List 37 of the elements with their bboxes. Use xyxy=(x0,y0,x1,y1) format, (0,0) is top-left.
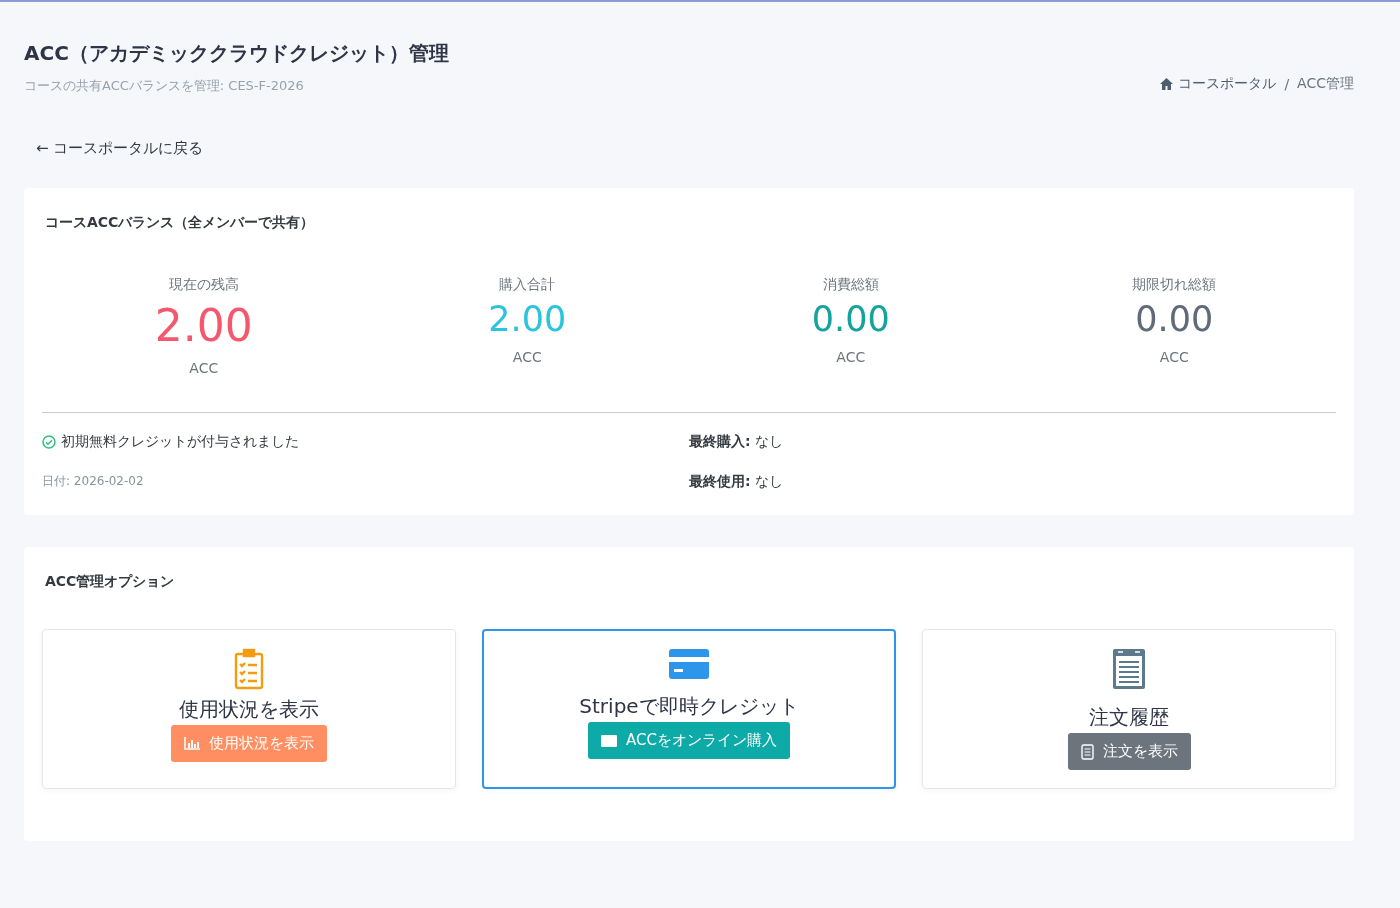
date-text: 日付: 2026-02-02 xyxy=(42,473,145,491)
option-card[interactable]: 使用状況を表示 使用状況を表示 xyxy=(42,629,456,790)
stat-value: 0.00 xyxy=(1135,300,1214,339)
detail-text: 最終購入: なし xyxy=(689,433,785,452)
option-title: Stripeで即時クレジット xyxy=(579,693,799,721)
option-title: 注文履歴 xyxy=(1089,704,1169,732)
breadcrumb-link[interactable]: コースポータル xyxy=(1160,75,1277,93)
page-subtitle: コースの共有ACCバランスを管理: CES-F-2026 xyxy=(24,77,305,95)
option-button[interactable]: 注文を表示 xyxy=(1067,733,1191,771)
stat-unit: ACC xyxy=(836,348,866,365)
notice-text: 初期無料クレジットが付与されました xyxy=(61,433,299,452)
back-link[interactable]: ← コースポータルに戻る xyxy=(36,139,204,158)
stat-value: 2.00 xyxy=(154,302,253,351)
home-icon xyxy=(1160,78,1174,90)
page-title: ACC（アカデミッククラウドクレジット）管理 xyxy=(24,40,449,67)
stat-label: 消費総額 xyxy=(822,276,879,294)
stat-label: 現在の残高 xyxy=(168,276,239,294)
check-circle-icon xyxy=(42,435,56,450)
bar-chart-icon xyxy=(184,737,200,751)
stat-value: 2.00 xyxy=(488,300,567,339)
card-title: ACC管理オプション xyxy=(45,573,176,592)
clipboard-icon xyxy=(234,648,264,691)
document-icon xyxy=(1080,743,1094,760)
stat-unit: ACC xyxy=(512,348,542,365)
stat-label: 期限切れ総額 xyxy=(1132,276,1217,294)
option-title: 使用状況を表示 xyxy=(179,696,319,724)
stat-unit: ACC xyxy=(189,360,219,377)
detail-text: 最終使用: なし xyxy=(689,473,785,492)
option-card[interactable]: 注文履歴 注文を表示 xyxy=(922,629,1336,790)
option-card[interactable]: Stripeで即時クレジット ACCをオンライン購入 xyxy=(482,629,896,790)
card-title: コースACCバランス（全メンバーで共有） xyxy=(45,214,316,232)
breadcrumb-current: ACC管理 xyxy=(1297,75,1354,93)
stat-value: 0.00 xyxy=(811,300,890,339)
breadcrumb-separator: / xyxy=(1284,76,1290,92)
document-icon xyxy=(1112,648,1146,691)
stat-label: 購入合計 xyxy=(499,276,556,294)
stat-unit: ACC xyxy=(1159,348,1189,365)
